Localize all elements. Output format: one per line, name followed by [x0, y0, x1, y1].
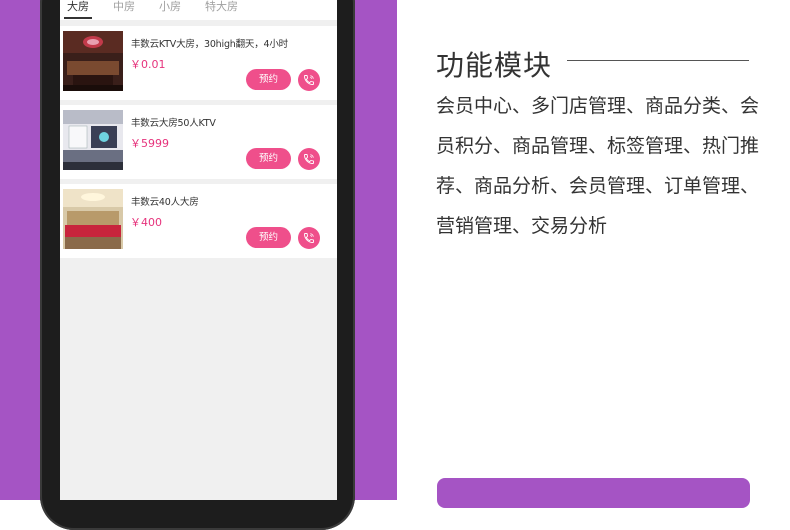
tab-medium-room[interactable]: 中房	[111, 0, 137, 14]
phone-icon	[304, 75, 314, 85]
room-price: ￥0.01	[130, 58, 166, 71]
feature-list: 会员中心、多门店管理、商品分类、会员积分、商品管理、标签管理、热门推荐、商品分析…	[436, 95, 760, 237]
tab-large-room[interactable]: 大房	[64, 0, 92, 19]
book-button[interactable]: 预约	[246, 69, 291, 90]
room-photo	[63, 189, 123, 249]
phone-screen: 大房 中房 小房 特大房 丰数云KTV大房，30high翻天，4小时 ￥0.01…	[60, 0, 337, 500]
phone-icon	[304, 154, 314, 164]
book-button[interactable]: 预约	[246, 148, 291, 169]
room-title: 丰数云40人大房	[131, 197, 199, 208]
room-title: 丰数云大房50人KTV	[131, 118, 216, 129]
room-size-tabs: 大房 中房 小房 特大房	[60, 0, 337, 20]
book-button[interactable]: 预约	[246, 227, 291, 248]
room-photo	[63, 110, 123, 170]
room-card[interactable]: 丰数云KTV大房，30high翻天，4小时 ￥0.01 预约	[60, 26, 337, 100]
room-price: ￥400	[130, 216, 162, 229]
tab-small-room[interactable]: 小房	[157, 0, 183, 14]
room-price: ￥5999	[130, 137, 169, 150]
room-card[interactable]: 丰数云大房50人KTV ￥5999 预约	[60, 105, 337, 179]
room-card[interactable]: 丰数云40人大房 ￥400 预约	[60, 184, 337, 258]
purple-bottom-bar	[437, 478, 750, 508]
call-button[interactable]	[298, 148, 320, 170]
section-title: 功能模块	[436, 49, 553, 82]
room-photo	[63, 31, 123, 91]
room-title: 丰数云KTV大房，30high翻天，4小时	[131, 39, 288, 50]
call-button[interactable]	[298, 69, 320, 91]
call-button[interactable]	[298, 227, 320, 249]
title-divider	[567, 60, 749, 61]
tab-extra-large-room[interactable]: 特大房	[203, 0, 240, 14]
phone-icon	[304, 233, 314, 243]
